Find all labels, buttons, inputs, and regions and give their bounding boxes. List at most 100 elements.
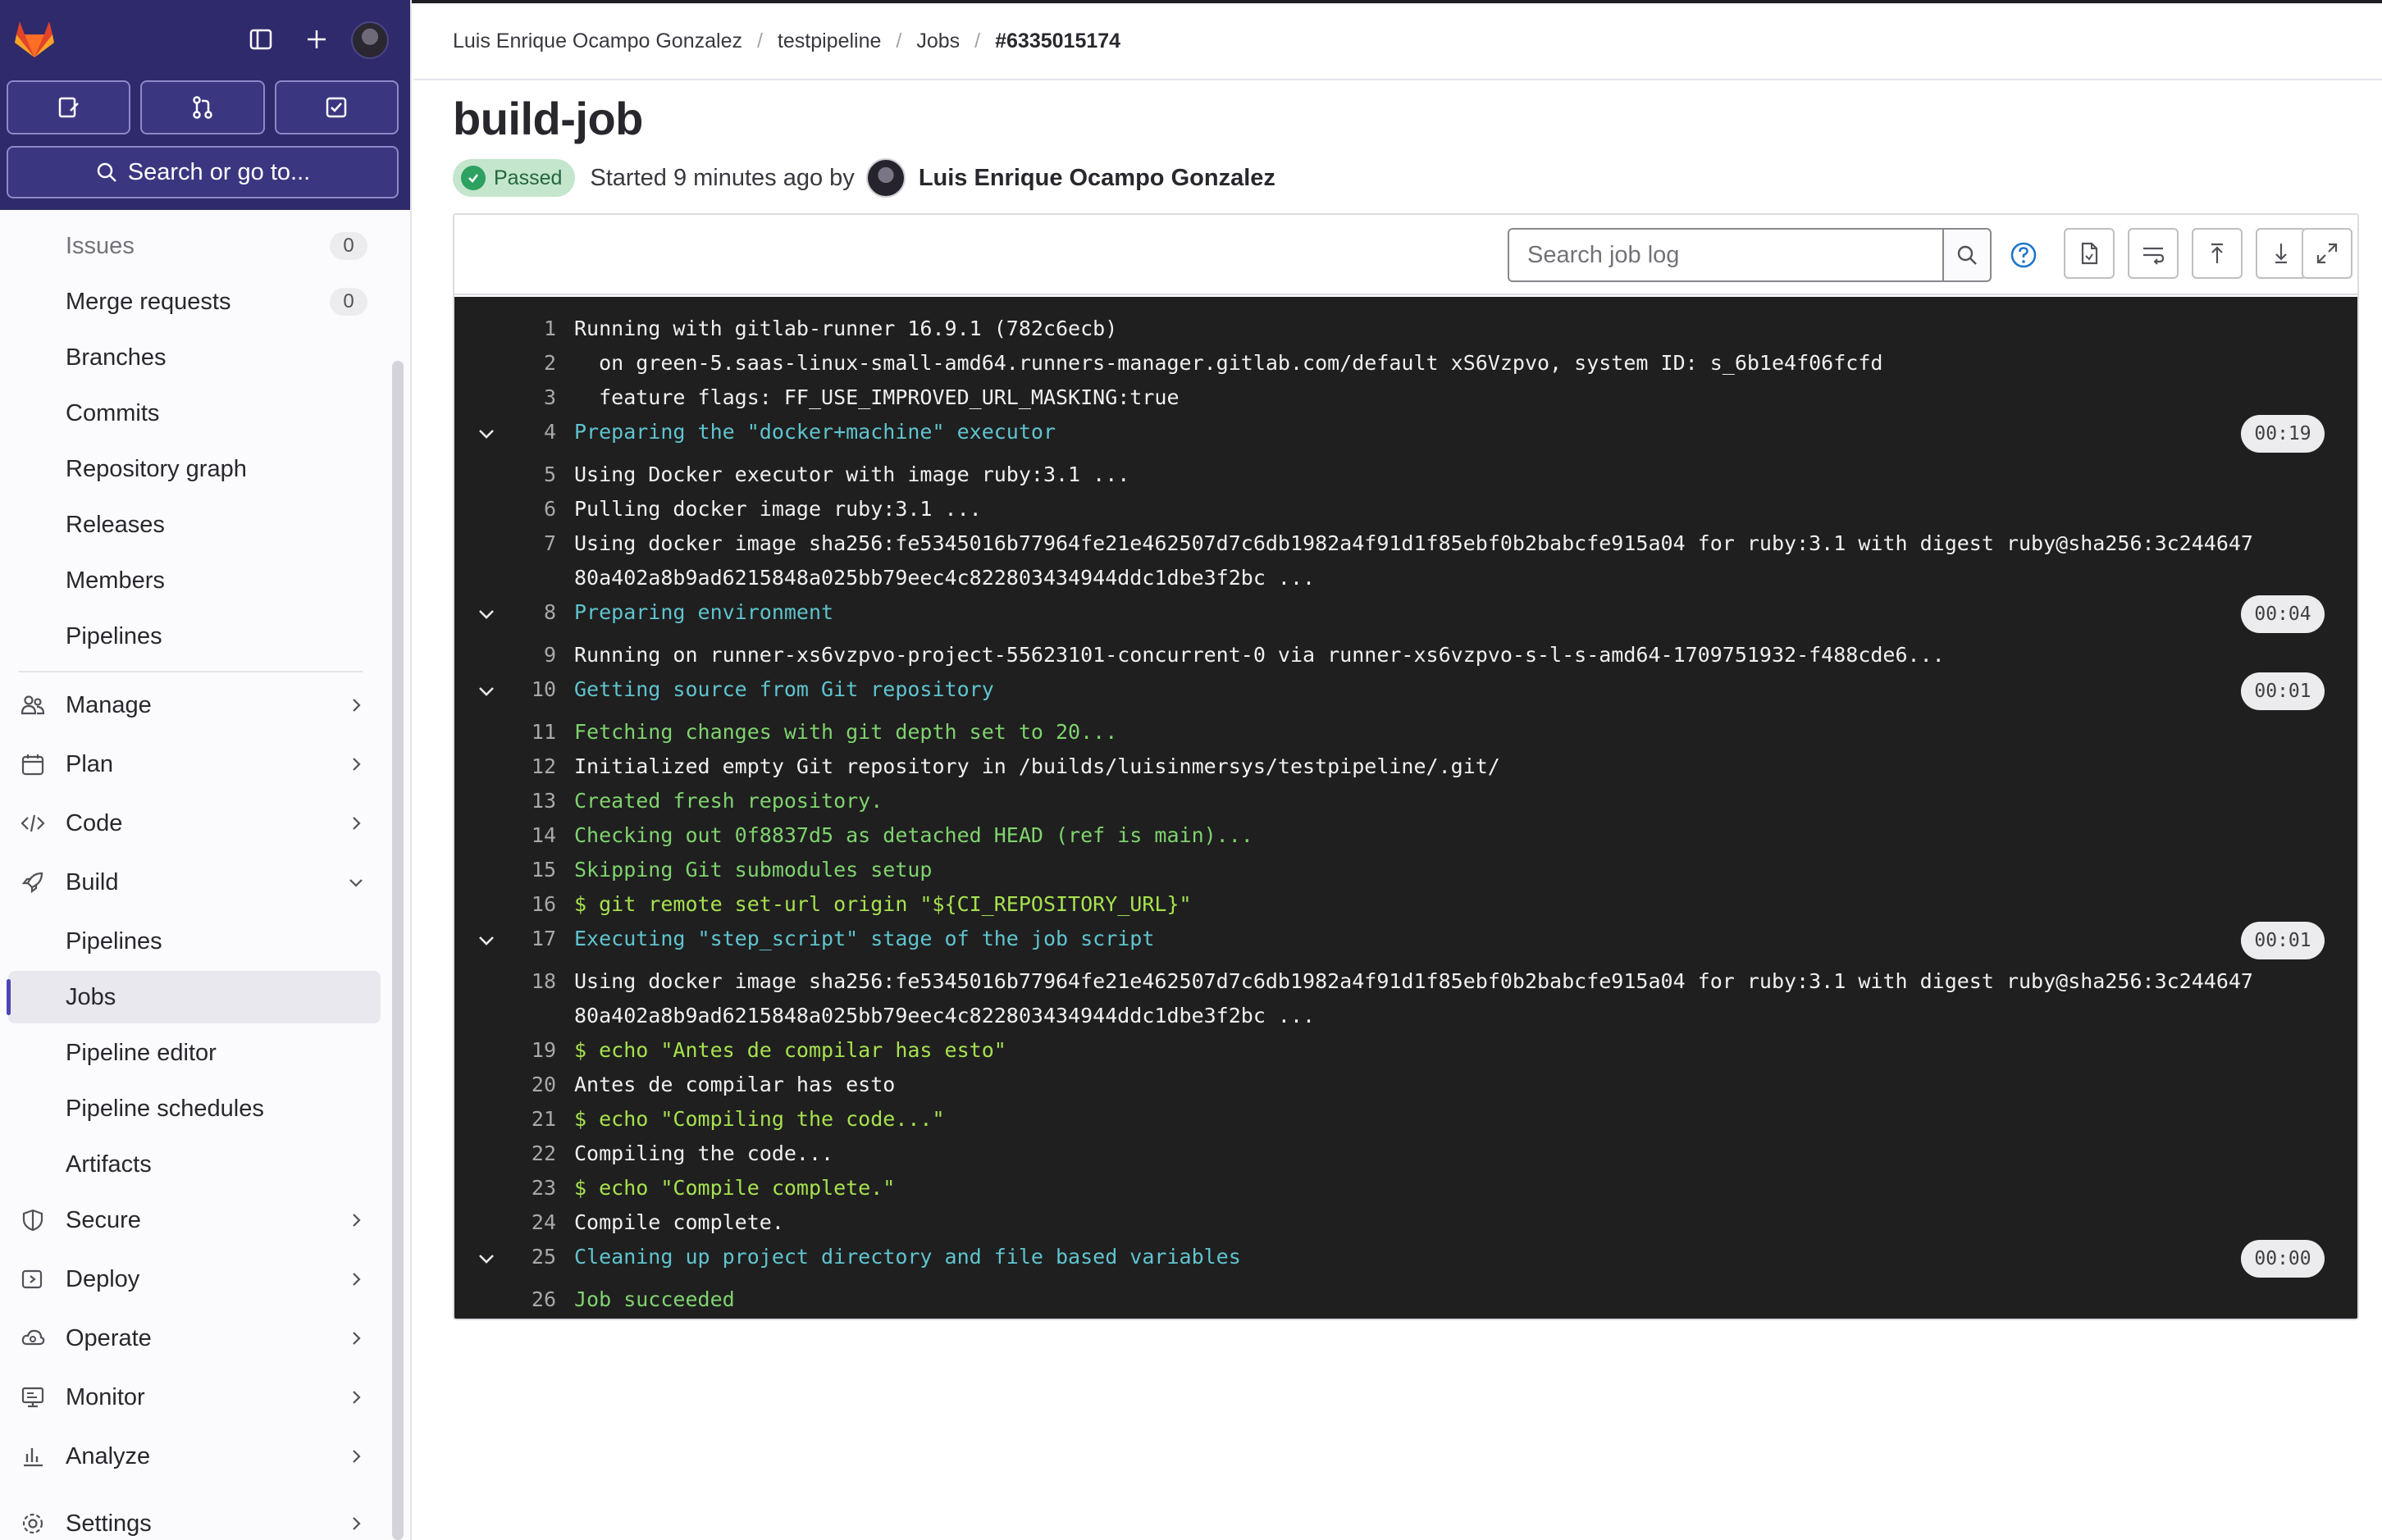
breadcrumb-item-jobs[interactable]: Jobs <box>916 30 960 53</box>
log-section-header[interactable]: 25 Cleaning up project directory and file… <box>454 1240 2357 1278</box>
merge-requests-count-badge: 0 <box>330 288 367 316</box>
line-number[interactable]: 21 <box>504 1107 556 1131</box>
line-number[interactable]: 4 <box>504 420 556 444</box>
gitlab-logo-icon[interactable] <box>11 16 57 62</box>
line-number[interactable]: 11 <box>504 720 556 744</box>
sidebar-item-pipelines[interactable]: Pipelines <box>8 610 381 663</box>
line-number[interactable]: 3 <box>504 385 556 409</box>
line-number[interactable]: 16 <box>504 892 556 916</box>
log-section-header[interactable]: 4 Preparing the "docker+machine" executor… <box>454 415 2357 453</box>
author-name[interactable]: Luis Enrique Ocampo Gonzalez <box>919 165 1275 192</box>
chevron-down-icon[interactable] <box>474 421 499 446</box>
issues-tab-icon[interactable] <box>7 80 131 134</box>
chevron-right-icon <box>346 813 366 833</box>
log-section-header[interactable]: 10 Getting source from Git repository 00:0… <box>454 672 2357 710</box>
job-status-row: Passed Started 9 minutes ago by Luis Enr… <box>453 157 1275 198</box>
sidebar-item-members[interactable]: Members <box>8 554 381 607</box>
line-number[interactable]: 6 <box>504 497 556 521</box>
breadcrumb-item-project[interactable]: testpipeline <box>778 30 881 53</box>
merge-requests-tab-icon[interactable] <box>140 80 265 134</box>
line-number[interactable]: 19 <box>504 1038 556 1062</box>
line-number[interactable]: 18 <box>504 969 556 993</box>
code-icon <box>18 809 48 838</box>
line-number[interactable]: 5 <box>504 462 556 486</box>
breadcrumb-item-namespace[interactable]: Luis Enrique Ocampo Gonzalez <box>453 30 742 53</box>
sidebar-item-branches[interactable]: Branches <box>8 331 381 384</box>
sidebar-item-jobs[interactable]: Jobs <box>7 971 381 1023</box>
log-section-header[interactable]: 8 Preparing environment 00:04 <box>454 595 2357 633</box>
line-number[interactable]: 2 <box>504 351 556 375</box>
help-icon[interactable] <box>2005 236 2042 274</box>
line-number[interactable]: 10 <box>504 677 556 701</box>
create-new-icon[interactable] <box>299 21 335 57</box>
scroll-to-bottom-button[interactable] <box>2256 228 2307 279</box>
sidebar-item-merge-requests[interactable]: Merge requests 0 <box>8 276 381 328</box>
raw-file-icon <box>2081 242 2098 265</box>
monitor-icon <box>18 1383 48 1412</box>
sidebar-header: Search or go to... <box>0 0 410 210</box>
line-number[interactable]: 17 <box>504 927 556 950</box>
log-text: Compiling the code... <box>574 1141 834 1165</box>
breadcrumb-item-job-id[interactable]: #6335015174 <box>995 30 1120 53</box>
sidebar-item-label: Commits <box>66 399 160 426</box>
sidebar-item-pipeline-editor[interactable]: Pipeline editor <box>8 1027 381 1079</box>
log-line: 13 Created fresh repository. <box>454 784 2357 818</box>
chevron-down-icon[interactable] <box>474 679 499 704</box>
chevron-down-icon[interactable] <box>474 928 499 953</box>
sidebar-scrollbar[interactable] <box>392 361 404 1540</box>
sidebar-section-analyze[interactable]: Analyze <box>8 1430 381 1483</box>
line-number[interactable]: 22 <box>504 1141 556 1165</box>
log-section-header[interactable]: 17 Executing "step_script" stage of the j… <box>454 922 2357 959</box>
line-number[interactable]: 23 <box>504 1176 556 1200</box>
sidebar-section-code[interactable]: Code <box>8 797 381 850</box>
sidebar-section-settings[interactable]: Settings <box>8 1497 381 1540</box>
line-number[interactable]: 15 <box>504 858 556 882</box>
sidebar-item-repository-graph[interactable]: Repository graph <box>8 443 381 495</box>
user-avatar[interactable] <box>351 21 389 59</box>
users-icon <box>18 690 48 720</box>
status-badge[interactable]: Passed <box>453 159 576 197</box>
sidebar-item-commits[interactable]: Commits <box>8 387 381 440</box>
author-avatar[interactable] <box>865 158 906 198</box>
sidebar-item-releases[interactable]: Releases <box>8 499 381 551</box>
wrap-lines-button[interactable] <box>2128 228 2179 279</box>
sidebar-section-operate[interactable]: Operate <box>8 1312 381 1365</box>
line-number[interactable]: 26 <box>504 1287 556 1311</box>
job-log-search-button[interactable] <box>1942 228 1992 282</box>
sidebar-item-label: Pipeline schedules <box>66 1095 264 1122</box>
chevron-down-icon[interactable] <box>474 1246 499 1271</box>
sidebar-section-manage[interactable]: Manage <box>8 679 381 731</box>
fullscreen-button[interactable] <box>2302 228 2352 279</box>
line-number[interactable]: 8 <box>504 600 556 624</box>
sidebar-item-pipeline-schedules[interactable]: Pipeline schedules <box>8 1082 381 1135</box>
line-number[interactable]: 25 <box>504 1245 556 1269</box>
line-number[interactable]: 13 <box>504 789 556 813</box>
sidebar-item-artifacts[interactable]: Artifacts <box>8 1138 381 1191</box>
log-line: 18 Using docker image sha256:fe5345016b77… <box>454 964 2357 1027</box>
line-number[interactable]: 14 <box>504 823 556 847</box>
log-line: 15 Skipping Git submodules setup <box>454 853 2357 887</box>
sidebar-section-monitor[interactable]: Monitor <box>8 1371 381 1424</box>
log-line: 20 Antes de compilar has esto <box>454 1068 2357 1102</box>
toggle-sidebar-icon[interactable] <box>243 21 279 57</box>
sidebar-section-plan[interactable]: Plan <box>8 738 381 791</box>
sidebar-section-deploy[interactable]: Deploy <box>8 1253 381 1305</box>
line-number[interactable]: 24 <box>504 1210 556 1234</box>
log-line: 21 $ echo "Compiling the code..." <box>454 1102 2357 1137</box>
todo-tab-icon[interactable] <box>274 80 399 134</box>
line-number[interactable]: 12 <box>504 754 556 778</box>
log-line: 7 Using docker image sha256:fe5345016b779… <box>454 526 2357 590</box>
chevron-down-icon[interactable] <box>474 602 499 626</box>
line-number[interactable]: 20 <box>504 1073 556 1096</box>
line-number[interactable]: 9 <box>504 643 556 667</box>
line-number[interactable]: 7 <box>504 531 556 555</box>
sidebar-section-build[interactable]: Build <box>8 856 381 909</box>
sidebar-section-secure[interactable]: Secure <box>8 1194 381 1246</box>
sidebar-item-issues[interactable]: Issues 0 <box>8 220 381 272</box>
job-log-search-input[interactable]: Search job log <box>1508 228 1944 282</box>
show-raw-log-button[interactable] <box>2064 228 2115 279</box>
search-or-go-to-button[interactable]: Search or go to... <box>7 146 399 198</box>
sidebar-item-build-pipelines[interactable]: Pipelines <box>8 915 381 968</box>
scroll-to-top-button[interactable] <box>2192 228 2243 279</box>
line-number[interactable]: 1 <box>504 317 556 340</box>
